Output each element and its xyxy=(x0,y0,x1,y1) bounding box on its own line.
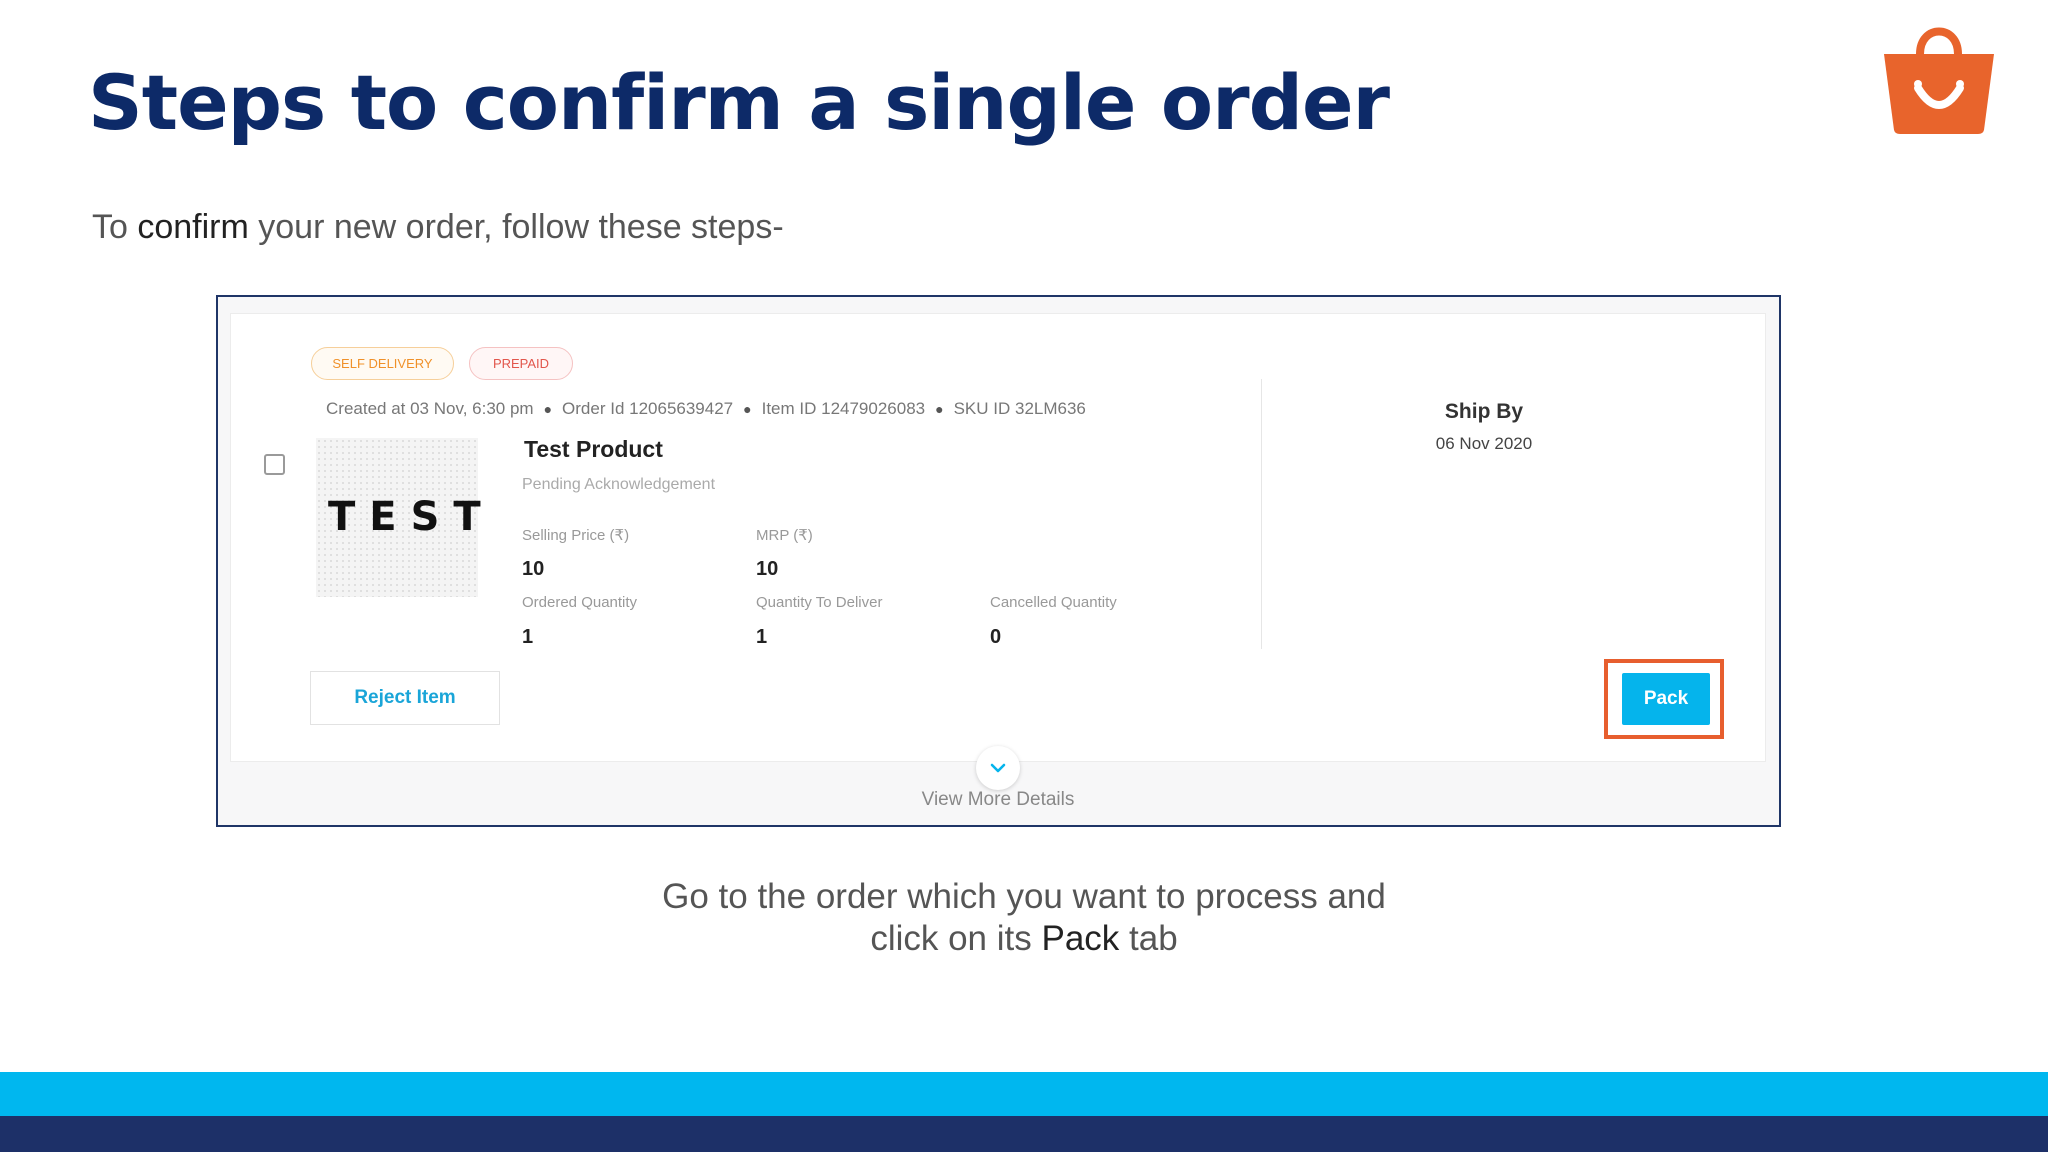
pack-highlight-box: Pack xyxy=(1604,659,1724,739)
item-id: Item ID 12479026083 xyxy=(761,399,926,418)
order-id: Order Id 12065639427 xyxy=(562,399,734,418)
slide-title: Steps to confirm a single order xyxy=(88,58,1390,147)
separator-dot: ● xyxy=(543,401,553,417)
prepaid-badge: PREPAID xyxy=(469,347,573,380)
quantity-to-deliver-value: 1 xyxy=(756,626,768,648)
caption-line-1: Go to the order which you want to proces… xyxy=(662,877,1386,916)
thumbnail-text: TEST xyxy=(328,494,495,540)
caption-emphasis: Pack xyxy=(1041,919,1120,958)
caption-line-2-after: tab xyxy=(1119,919,1178,958)
chevron-down-icon xyxy=(990,763,1006,773)
mrp-value: 10 xyxy=(756,558,779,580)
product-title: Test Product xyxy=(524,436,663,462)
vertical-divider xyxy=(1261,379,1262,649)
reject-item-button[interactable]: Reject Item xyxy=(310,671,500,725)
caption-line-2: click on its Pack tab xyxy=(524,918,1524,960)
order-meta: Created at 03 Nov, 6:30 pm ● Order Id 1206… xyxy=(326,399,1086,419)
selling-price-label: Selling Price (₹) xyxy=(522,527,630,544)
footer-band-light xyxy=(0,1072,2048,1116)
sku-id: SKU ID 32LM636 xyxy=(953,399,1086,418)
pack-button[interactable]: Pack xyxy=(1622,673,1710,725)
intro-emphasis: confirm xyxy=(137,208,249,246)
caption-line-2-before: click on its xyxy=(870,919,1042,958)
ordered-quantity-label: Ordered Quantity xyxy=(522,594,638,611)
footer-band-dark xyxy=(0,1116,2048,1152)
quantity-to-deliver-label: Quantity To Deliver xyxy=(756,594,883,611)
selling-price-value: 10 xyxy=(522,558,545,580)
view-more-details-link[interactable]: View More Details xyxy=(878,789,1118,811)
ordered-quantity-value: 1 xyxy=(522,626,534,648)
separator-dot: ● xyxy=(935,401,944,417)
cancelled-quantity-label: Cancelled Quantity xyxy=(990,594,1117,611)
order-screenshot: SELF DELIVERY PREPAID Created at 03 Nov,… xyxy=(216,295,1781,827)
mrp-label: MRP (₹) xyxy=(756,527,813,544)
separator-dot: ● xyxy=(743,401,752,417)
created-at: Created at 03 Nov, 6:30 pm xyxy=(326,399,534,418)
intro-text: To confirm your new order, follow these … xyxy=(92,208,784,247)
step-caption: Go to the order which you want to proces… xyxy=(524,876,1524,960)
order-status: Pending Acknowledgement xyxy=(522,476,716,493)
select-order-checkbox[interactable] xyxy=(264,454,285,475)
shopping-bag-logo-icon xyxy=(1884,27,1994,134)
cancelled-quantity-value: 0 xyxy=(990,626,1002,648)
ship-by-date: 06 Nov 2020 xyxy=(1435,434,1533,453)
ship-by-label: Ship By xyxy=(1444,400,1524,423)
self-delivery-badge: SELF DELIVERY xyxy=(311,347,454,380)
expand-details-button[interactable] xyxy=(976,746,1020,790)
intro-text-before: To xyxy=(92,208,138,246)
intro-text-after: your new order, follow these steps- xyxy=(248,208,784,246)
product-thumbnail: TEST xyxy=(316,438,495,597)
order-card: SELF DELIVERY PREPAID Created at 03 Nov,… xyxy=(230,313,1766,762)
